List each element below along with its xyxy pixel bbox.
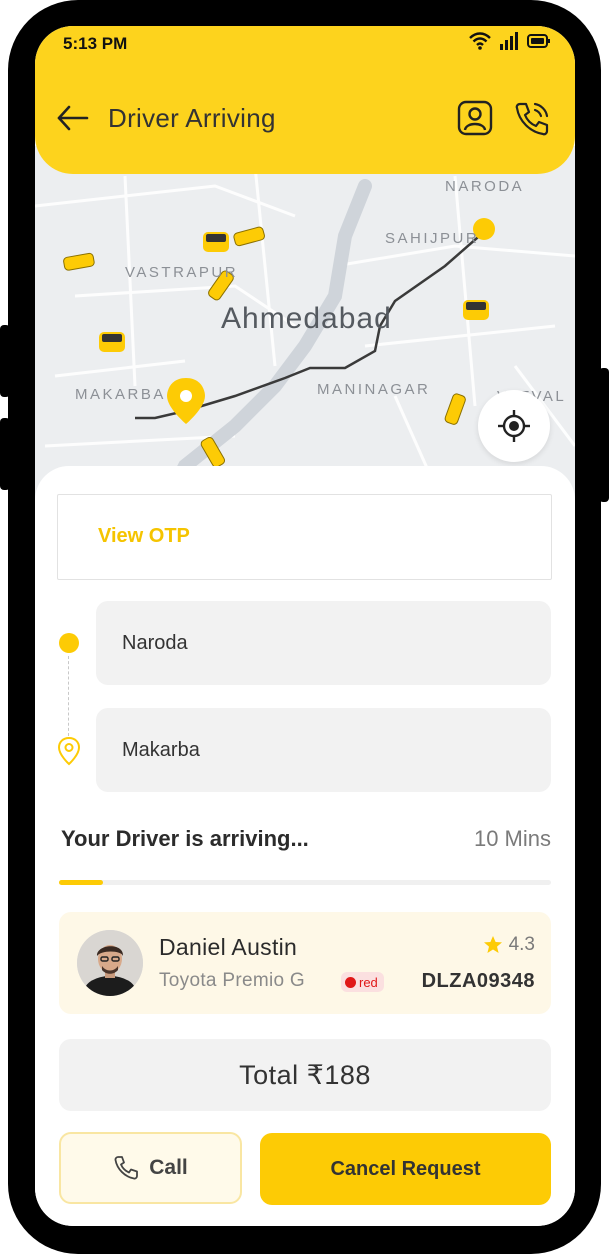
license-plate: DLZA09348 [421,970,535,992]
volume-down-button [0,418,10,490]
route-connector [68,656,69,736]
car-model: Toyota Premio G [159,970,305,991]
car-color-label: red [359,974,378,990]
driver-rating: 4.3 [483,934,535,956]
app-header: 5:13 PM Driver Arriving [35,26,575,174]
call-driver-button[interactable]: Call [59,1132,242,1204]
map-label-makarba: MAKARBA [75,386,166,403]
location-pin-icon [57,736,81,766]
phone-call-icon [515,102,549,136]
map-view[interactable]: NARODA SAHIJPUR VASTRAPUR MAKARBA MANINA… [35,146,575,506]
pickup-dot-icon [59,633,79,653]
back-button[interactable] [55,100,91,136]
auto-rickshaw-icon [203,232,229,252]
arrival-progress-fill [59,880,104,885]
auto-rickshaw-icon [99,332,125,352]
rating-value: 4.3 [508,934,535,955]
power-button [599,368,609,502]
otp-box: View OTP [57,494,552,580]
driver-card[interactable]: Daniel Austin Toyota Premio G red 4.3 DL… [59,912,551,1014]
pickup-field[interactable]: Naroda [96,601,551,685]
cancel-request-button[interactable]: Cancel Request [260,1133,551,1205]
arrival-progress-bar [59,880,551,885]
profile-icon [457,100,493,136]
view-otp-link[interactable]: View OTP [98,525,190,548]
page-title: Driver Arriving [108,103,276,133]
eta-text: 10 Mins [473,826,551,851]
status-time: 5:13 PM [63,34,128,53]
battery-icon [527,34,550,48]
pickup-pin-icon [167,378,205,424]
car-color-dot [345,976,356,988]
map-city-label: Ahmedabad [221,302,392,335]
map-label-sahijpur: SAHIJPUR [385,230,480,247]
fare-total: Total ₹188 [59,1039,551,1111]
taxi-icon [63,252,95,271]
wifi-icon [469,32,491,50]
driver-profile-button[interactable] [457,100,493,136]
auto-rickshaw-icon [463,300,489,320]
taxi-icon [444,393,466,425]
arrival-status-text: Your Driver is arriving... [61,826,309,851]
map-label-maninagar: MANINAGAR [317,381,431,398]
app-screen: NARODA SAHIJPUR VASTRAPUR MAKARBA MANINA… [35,26,575,1226]
star-icon [483,936,502,953]
status-icons [469,32,551,50]
locate-me-button[interactable] [478,390,550,462]
signal-icon [500,32,518,50]
driver-name: Daniel Austin [159,934,298,960]
header-call-button[interactable] [513,100,551,138]
volume-up-button [0,325,10,397]
car-color-badge: red [341,972,384,992]
drop-field[interactable]: Makarba [96,708,551,792]
ride-details-sheet: View OTP Naroda Makarba Your Driver is a… [35,466,575,1226]
map-label-vastrapur: VASTRAPUR [125,264,239,281]
river-path [158,179,372,506]
back-arrow-icon [57,105,89,131]
phone-icon [114,1156,139,1180]
call-label: Call [149,1156,188,1179]
map-label-naroda: NARODA [445,178,525,195]
avatar [77,930,143,996]
locate-icon [498,410,530,442]
taxi-icon [233,226,265,247]
